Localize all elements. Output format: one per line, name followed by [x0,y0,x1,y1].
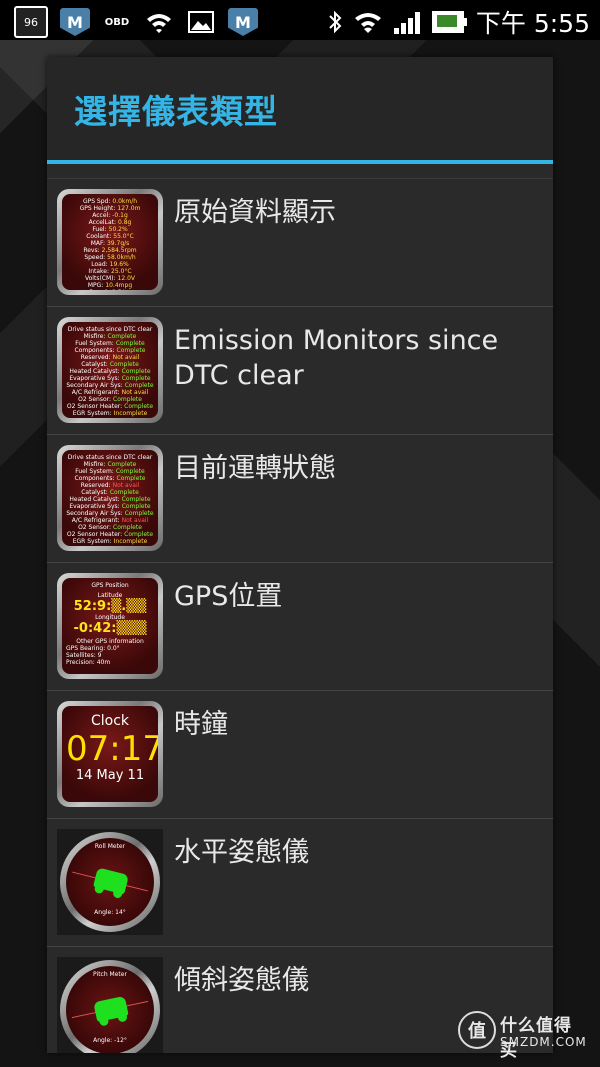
emission-row: Components: Complete [74,347,146,354]
clock-thumb-title: Clock [90,713,130,729]
emission-row: O2 Sensor: Complete [78,396,142,403]
clock-gauge-icon: Clock 07:17 14 May 11 [57,701,163,807]
smzdm-logo-icon: 值 [458,1011,496,1049]
gps-other-label: Other GPS information [76,638,144,645]
pitch-meter-icon: Pitch Meter Angle: -12° [57,957,163,1053]
emission-row: Misfire: Complete [83,333,137,340]
smzdm-watermark: 值 什么值得买 SMZDM.COM [458,1009,588,1061]
raw-data-row: Revs: 2,584.5rpm [83,247,137,254]
pitch-meter-title: Pitch Meter [93,971,127,978]
current-status-row: Misfire: Complete [83,461,137,468]
status-bar: 96 M OBD M 下午 5:55 [0,0,600,40]
list-item-roll-meter[interactable]: Roll Meter Angle: 14° 水平姿態儀 [47,818,553,946]
current-status-row: Evaporative Sys: Complete [69,503,151,510]
emission-row: Secondary Air Sys: Complete [66,382,154,389]
list-item-label: GPS位置 [174,581,283,612]
obd-icon: OBD [104,16,130,28]
list-item-label: 目前運轉狀態 [174,453,336,484]
raw-data-row: Load: 19.6% [91,261,129,268]
raw-data-row: Intake: 25.0°C [88,268,132,275]
raw-data-row: Speed: 58.0km/h [84,254,136,261]
bluetooth-icon [329,10,342,34]
roll-meter-angle: Angle: 14° [94,909,126,916]
notification-icons: 96 M OBD M [14,6,258,38]
battery-notification-icon: 96 [14,6,48,38]
gps-lat-value: 52:9:▒.▒▒ [73,599,147,614]
signal-icon [393,10,420,34]
gps-lat-label: Latitude [97,592,123,599]
list-item-label: 傾斜姿態儀 [174,965,309,996]
current-status-row: O2 Sensor Heater: Complete [66,531,154,538]
raw-data-row: GPS Spd: 0.0km/h [82,198,138,205]
app-m-alert-icon: M [228,8,258,36]
raw-data-row: Coolant: 55.0°C [86,233,134,240]
emission-row: EGR System: Incomplete [72,410,148,417]
emission-row: O2 Sensor Heater: Complete [66,403,154,410]
gps-precision: Precision: 40m [66,659,111,666]
battery-icon [431,11,467,33]
list-item-clock[interactable]: Clock 07:17 14 May 11 時鐘 [47,690,553,818]
gauge-type-dialog: 選擇儀表類型 GPS Spd: 0.0km/h GPS Height: 127.0m A… [47,57,553,1053]
raw-data-row: Revs/t:2.5/ps [66,289,154,290]
roll-meter-title: Roll Meter [94,843,126,850]
system-icons: 下午 5:55 [328,4,590,40]
app-m-icon: M [60,8,90,36]
gauge-type-list: GPS Spd: 0.0km/h GPS Height: 127.0m Accel: -0… [47,178,553,1053]
clock-thumb-date: 14 May 11 [75,768,145,783]
current-status-row: Secondary Air Sys: Complete [66,510,154,517]
current-status-row: Components: Complete [74,475,146,482]
current-status-row: Catalyst: Complete [81,489,139,496]
clock-thumb-time: 07:17 [66,729,158,769]
current-thumb-title: Drive status since DTC clear [67,454,153,461]
emission-thumb-title: Drive status since DTC clear [67,326,153,333]
image-icon [186,8,216,36]
emission-row: Reserved: Not avail [80,354,140,361]
current-status-row: Reserved: Not avail [80,482,140,489]
current-status-row: Heated Catalyst: Complete [69,496,151,503]
list-item-label: 原始資料顯示 [174,197,336,228]
list-item-raw-data[interactable]: GPS Spd: 0.0km/h GPS Height: 127.0m Accel: -0… [47,178,553,306]
emission-row: Evaporative Sys: Complete [69,375,151,382]
gps-bearing: GPS Bearing: 0.0° [66,645,120,652]
raw-data-row: Fuel: 50.2% [92,226,128,233]
emission-row: A/C Refrigerant: Not avail [71,389,149,396]
current-status-row: O2 Sensor: Complete [78,524,142,531]
current-status-row: EGR System: Incomplete [72,538,148,545]
title-divider [47,160,553,164]
clock: 下午 5:55 [475,9,590,38]
watermark-en: SMZDM.COM [500,1035,587,1049]
current-status-row: Fuel System: Complete [75,468,145,475]
list-item-current-status[interactable]: Drive status since DTC clear Misfire: Com… [47,434,553,562]
list-item-gps[interactable]: GPS Position Latitude 52:9:▒.▒▒ Longitud… [47,562,553,690]
gps-satellites: Satellites: 9 [66,652,102,659]
emission-row: Fuel System: Complete [75,340,145,347]
list-item-label: 水平姿態儀 [174,837,309,868]
raw-data-row: Volts(CM): 12.0V [85,275,135,282]
wifi-question-icon [144,8,174,36]
dialog-title: 選擇儀表類型 [47,57,553,160]
current-status-row: A/C Refrigerant: Not avail [71,517,149,524]
roll-meter-icon: Roll Meter Angle: 14° [57,829,163,935]
gps-lon-value: -0:42:▒▒▒ [73,621,147,636]
current-status-gauge-icon: Drive status since DTC clear Misfire: Com… [57,445,163,551]
raw-data-row: MPG: 10.4mpg [87,282,133,289]
raw-data-row: Accel: -0.1g [92,212,128,219]
raw-data-gauge-icon: GPS Spd: 0.0km/h GPS Height: 127.0m Accel: -0… [57,189,163,295]
emission-monitors-gauge-icon: Drive status since DTC clear Misfire: Com… [57,317,163,423]
list-item-label: 時鐘 [174,709,228,740]
list-item-emission-monitors[interactable]: Drive status since DTC clear Misfire: Com… [47,306,553,434]
raw-data-row: GPS Height: 127.0m [79,205,141,212]
list-item-label: Emission Monitors since DTC clear [174,325,499,391]
gps-thumb-title: GPS Position [91,582,129,589]
gps-gauge-icon: GPS Position Latitude 52:9:▒.▒▒ Longitud… [57,573,163,679]
wifi-icon [354,13,381,33]
pitch-meter-angle: Angle: -12° [93,1037,127,1044]
gps-lon-label: Longitude [95,614,125,621]
emission-row: Catalyst: Complete [81,361,139,368]
raw-data-row: AccelLat: 0.8g [88,219,132,226]
emission-row: Heated Catalyst: Complete [69,368,151,375]
raw-data-row: MAF: 39.7g/s [90,240,130,247]
